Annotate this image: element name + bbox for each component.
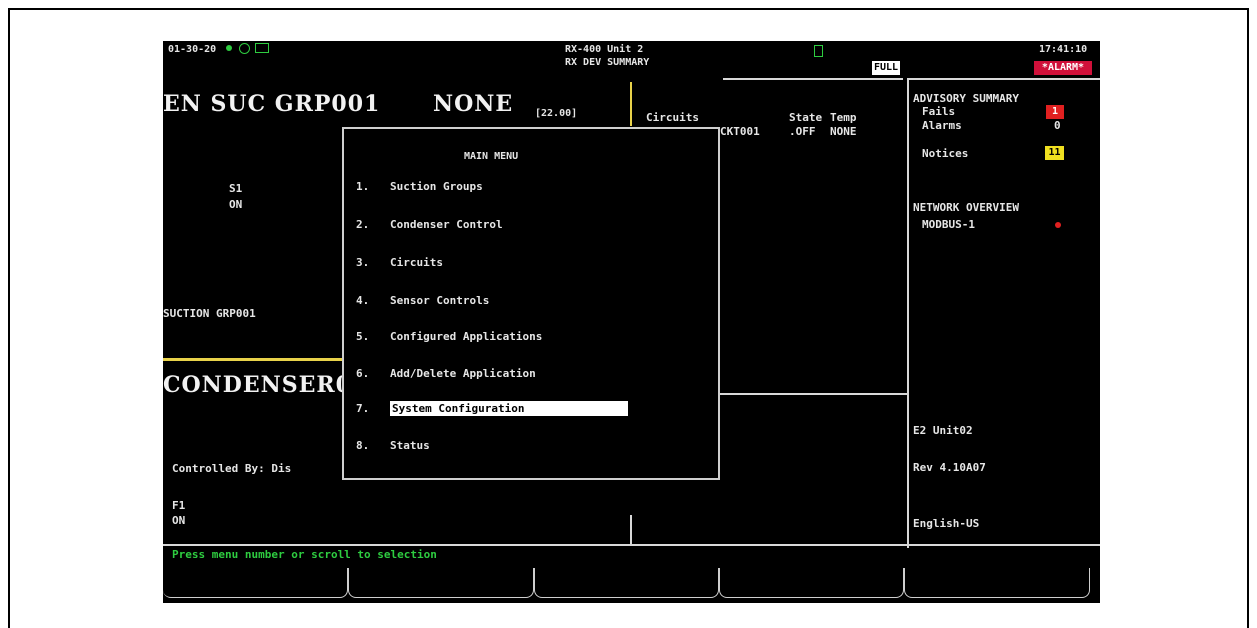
suction-group-title: EN SUC GRP001 (163, 91, 381, 117)
function-key-1[interactable] (163, 568, 348, 598)
function-key-5[interactable] (904, 568, 1090, 598)
notices-count-badge[interactable]: 11 (1045, 146, 1064, 160)
condenser-title: CONDENSER0 (163, 372, 352, 398)
menu-item-add-delete-application[interactable]: 6. Add/Delete Application (356, 367, 536, 380)
screen-title: RX DEV SUMMARY (565, 57, 650, 68)
menu-item-sensor-controls[interactable]: 4. Sensor Controls (356, 294, 489, 307)
menu-item-condenser-control[interactable]: 2. Condenser Control (356, 218, 503, 231)
suction-group-status: NONE (433, 91, 514, 117)
unit-label: E2 Unit02 (913, 424, 973, 437)
header-divider-right (908, 78, 1100, 80)
fails-count-badge[interactable]: 1 (1046, 105, 1064, 119)
menu-item-suction-groups[interactable]: 1. Suction Groups (356, 180, 483, 193)
suction-setpoint: [22.00] (535, 108, 578, 119)
monitor-icon (255, 43, 269, 53)
main-menu-dialog: MAIN MENU 1. Suction Groups 2. Condenser C… (342, 127, 720, 480)
main-menu-title: MAIN MENU (464, 151, 519, 162)
network-overview-title: NETWORK OVERVIEW (913, 201, 1019, 214)
notices-label: Notices (922, 147, 969, 160)
alarms-label: Alarms (922, 119, 962, 132)
status-bar-divider (163, 544, 1100, 546)
clock-time: 17:41:10 (1039, 44, 1088, 55)
f1-label: F1 (172, 499, 186, 512)
full-badge: FULL (872, 61, 900, 75)
status-prompt: Press menu number or scroll to selection (172, 548, 437, 561)
circuits-panel-divider (719, 393, 907, 395)
bottom-tick-divider (630, 515, 632, 545)
advisory-title: ADVISORY SUMMARY (913, 92, 1019, 105)
menu-item-circuits[interactable]: 3. Circuits (356, 256, 443, 269)
language-label: English-US (913, 517, 980, 530)
circuits-temp-header: Temp (830, 111, 857, 124)
header-divider (723, 78, 903, 80)
condenser-panel-border (163, 358, 343, 361)
network-item[interactable]: MODBUS-1 (922, 218, 975, 231)
network-status-icon (1055, 222, 1061, 228)
circuit-temp: NONE (830, 125, 857, 138)
controller-screen: 01-30-20 RX-400 Unit 2 RX DEV SUMMARY FU… (163, 41, 1100, 603)
alarm-badge[interactable]: *ALARM* (1034, 61, 1092, 75)
function-key-2[interactable] (348, 568, 534, 598)
unit-name: RX-400 Unit 2 (565, 44, 644, 55)
function-key-3[interactable] (534, 568, 719, 598)
right-column-divider (907, 78, 909, 548)
controlled-by-label: Controlled By: Dis (172, 462, 292, 475)
circuit-name[interactable]: CKT001 (720, 125, 760, 138)
circuit-state: .OFF (789, 125, 816, 138)
refresh-icon (239, 43, 250, 54)
fails-label: Fails (922, 105, 956, 118)
menu-item-configured-applications[interactable]: 5. Configured Applications (356, 330, 542, 343)
s1-state: ON (229, 198, 243, 211)
lock-icon (814, 45, 823, 57)
header-date: 01-30-20 (168, 44, 217, 55)
menu-item-system-configuration[interactable]: 7. System Configuration (356, 401, 629, 416)
s1-label: S1 (229, 182, 243, 195)
f1-state: ON (172, 514, 186, 527)
status-led-icon (226, 45, 232, 51)
alarms-count: 0 (1054, 119, 1061, 132)
suction-panel-border (630, 82, 632, 126)
revision-label: Rev 4.10A07 (913, 461, 986, 474)
circuits-header: Circuits (646, 111, 699, 124)
suction-group-label: SUCTION GRP001 (163, 307, 256, 320)
menu-item-status[interactable]: 8. Status (356, 439, 430, 452)
circuits-state-header: State (789, 111, 823, 124)
function-key-4[interactable] (719, 568, 904, 598)
